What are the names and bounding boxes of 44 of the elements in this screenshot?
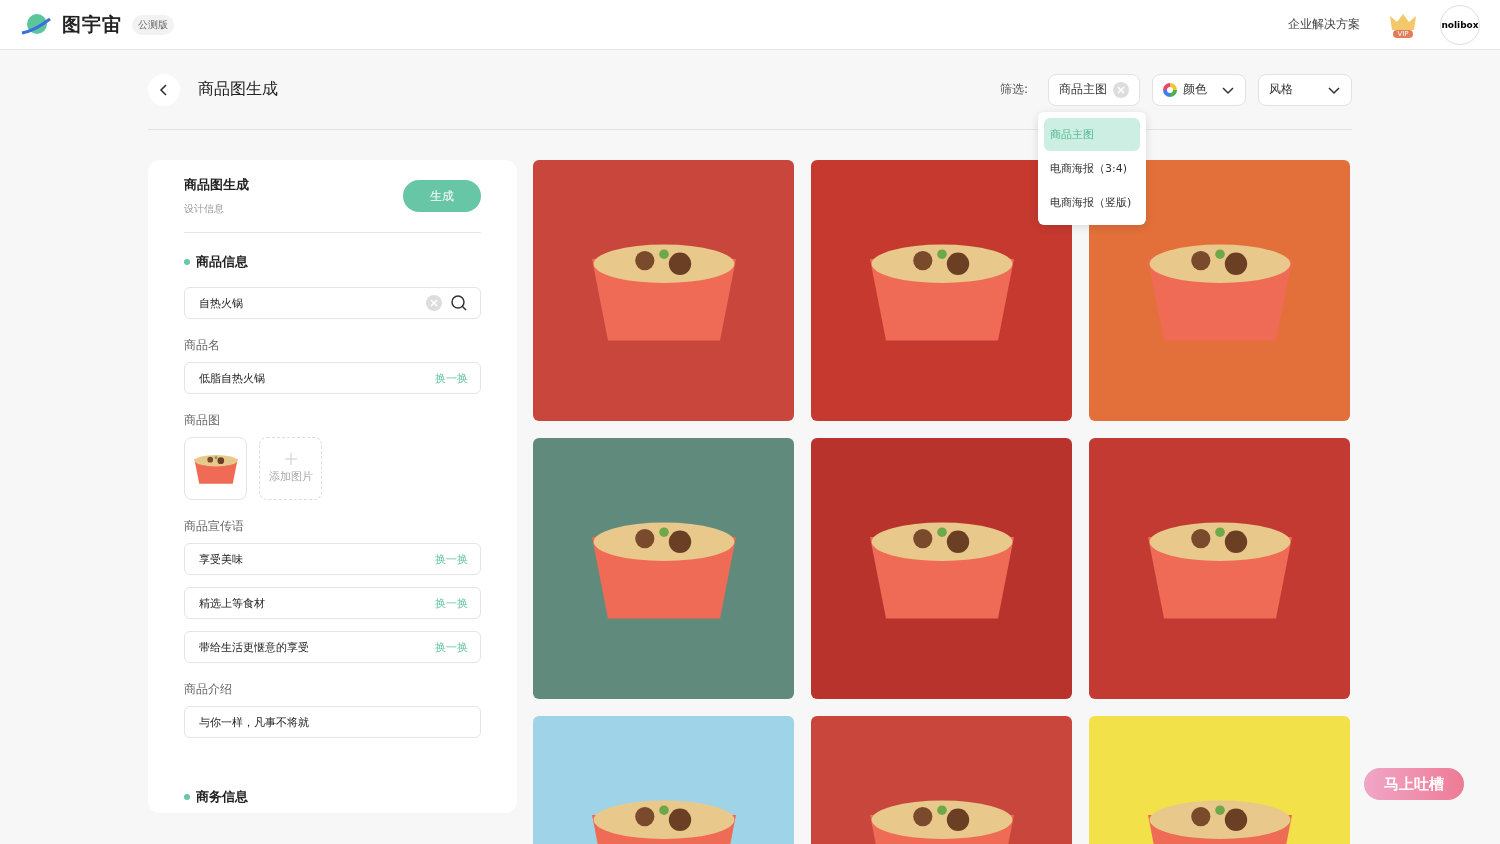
poster-image[interactable] [1089, 438, 1350, 699]
text-input[interactable]: 享受美味 [197, 551, 427, 567]
panel-subtitle: 设计信息 [184, 202, 225, 216]
input-field[interactable]: 低脂自热火锅 换一换 [184, 362, 481, 394]
poster-image[interactable] [533, 160, 794, 421]
section-title: 商务信息 [196, 788, 248, 806]
poster-image[interactable] [811, 438, 1072, 699]
enterprise-link[interactable]: 企业解决方案 [1288, 16, 1360, 33]
section-dot-icon [184, 259, 190, 265]
back-button[interactable] [148, 73, 180, 106]
text-input[interactable]: 带给生活更惬意的享受 [197, 639, 427, 655]
beta-badge: 公测版 [132, 14, 174, 35]
search-icon[interactable] [450, 294, 468, 312]
panel-title: 商品图生成 [184, 176, 249, 194]
text-input[interactable]: 精选上等食材 [197, 595, 427, 611]
page-title: 商品图生成 [198, 79, 278, 100]
input-field[interactable]: 带给生活更惬意的享受 换一换 [184, 631, 481, 663]
filter-label: 筛选: [999, 81, 1028, 98]
input-field[interactable]: 精选上等食材 换一换 [184, 587, 481, 619]
section-dot-icon [184, 794, 190, 800]
text-input[interactable]: 低脂自热火锅 [197, 370, 427, 386]
user-avatar[interactable]: nolibox [1440, 4, 1480, 45]
filter-dropdown[interactable]: 风格 [1258, 73, 1352, 106]
product-thumbnail[interactable] [184, 437, 247, 500]
field-label: 商品宣传语 [184, 518, 245, 535]
field-label: 商品名 [184, 337, 221, 354]
dropdown-option[interactable]: 电商海报（竖版) [1044, 186, 1140, 219]
plus-icon [284, 453, 297, 465]
color-wheel-icon [1163, 82, 1177, 97]
dropdown-option[interactable]: 电商海报（3:4) [1044, 152, 1140, 185]
input-field[interactable]: 与你一样，凡事不将就 [184, 706, 481, 738]
text-input[interactable]: 与你一样，凡事不将就 [197, 714, 468, 730]
search-input[interactable]: 自热火锅 [197, 295, 418, 311]
brand-name: 图宇宙 [62, 11, 122, 37]
input-field[interactable]: 享受美味 换一换 [184, 543, 481, 575]
filter-dropdown[interactable]: 商品主图 [1048, 73, 1140, 106]
filter-dropdown[interactable]: 颜色 [1152, 73, 1246, 106]
search-field[interactable]: 自热火锅 [184, 287, 481, 319]
poster-image[interactable] [533, 438, 794, 699]
section-title: 商品信息 [196, 253, 248, 271]
field-label: 商品介绍 [184, 681, 233, 698]
field-label: 商品图 [184, 412, 221, 429]
planet-logo-icon [20, 12, 52, 37]
poster-image[interactable] [811, 160, 1072, 421]
